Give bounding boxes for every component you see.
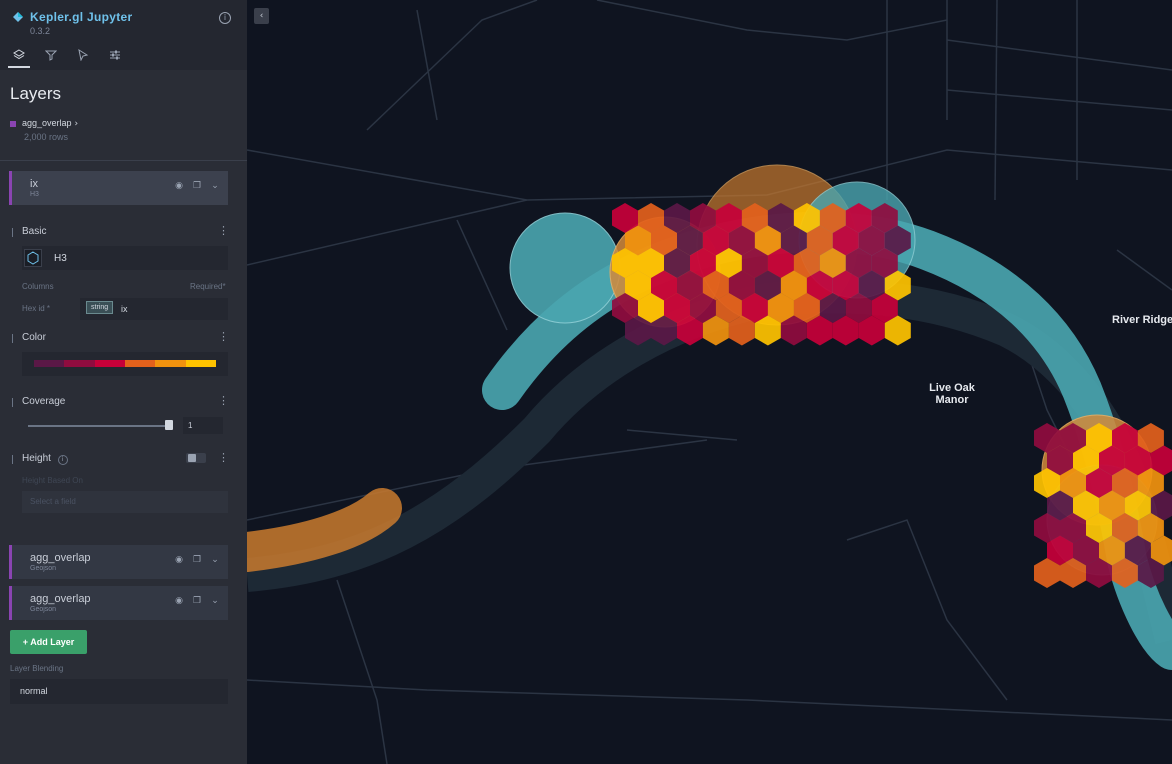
layer-type: Geojson [30, 606, 57, 613]
side-panel-header: Kepler.gl Jupyter 0.3.2 i [0, 0, 247, 70]
layer-name[interactable]: ix [30, 178, 38, 190]
h3-hexagon-icon [24, 249, 42, 267]
chevron-down-icon[interactable]: ⌄ [210, 555, 220, 565]
chevron-down-icon[interactable]: ⌄ [210, 181, 220, 191]
section-basic: Basic [12, 226, 46, 237]
hexid-field-select[interactable]: string ix [80, 298, 228, 320]
layer-actions: ◉ ❐ ⌄ [174, 555, 220, 565]
eye-icon[interactable]: ◉ [174, 596, 184, 606]
panel-title: Layers [10, 84, 62, 103]
info-icon[interactable]: i [57, 455, 68, 465]
app-version: 0.3.2 [30, 26, 51, 36]
dataset-name: agg_overlap [22, 118, 72, 128]
cursor-icon [78, 49, 89, 61]
section-height: Height i [12, 453, 68, 465]
kepler-logo-icon [13, 12, 23, 22]
map-canvas[interactable] [247, 0, 1172, 764]
layer-blending-label: Layer Blending [10, 664, 64, 673]
hexid-field-value: ix [121, 304, 128, 314]
layer-card-agg-overlap[interactable]: agg_overlap Geojson ◉ ❐ ⌄ [9, 586, 228, 620]
map-label-river-ridge: River Ridge [1112, 314, 1172, 326]
side-panel: Kepler.gl Jupyter 0.3.2 i Layers agg_ove… [0, 0, 247, 764]
tab-filters[interactable] [40, 44, 62, 66]
more-icon[interactable]: ⋮ [218, 330, 229, 343]
color-range-selector[interactable] [22, 352, 228, 376]
divider [0, 160, 247, 161]
layer-type: Geojson [30, 565, 57, 572]
app-brand: Kepler.gl Jupyter [12, 10, 132, 24]
color-ramp-step [94, 360, 125, 367]
more-icon[interactable]: ⋮ [218, 451, 229, 464]
color-ramp-step [34, 360, 65, 367]
layer-name[interactable]: agg_overlap [30, 593, 91, 605]
color-ramp-step [185, 360, 216, 367]
dataset-item[interactable]: agg_overlap › 2,000 rows [10, 118, 78, 142]
layer-actions: ◉ ❐ ⌄ [174, 181, 220, 191]
duplicate-icon[interactable]: ❐ [192, 555, 202, 565]
eye-icon[interactable]: ◉ [174, 181, 184, 191]
layer-type-selector[interactable]: H3 [22, 246, 228, 270]
height-based-label: Height Based On [22, 476, 83, 485]
coverage-slider-handle[interactable] [165, 420, 173, 430]
dataset-rows: 2,000 rows [24, 132, 69, 142]
eye-icon[interactable]: ◉ [174, 555, 184, 565]
layer-blending-select[interactable]: normal [10, 679, 228, 704]
layer-card-agg-overlap[interactable]: agg_overlap Geojson ◉ ❐ ⌄ [9, 545, 228, 579]
app-title: Kepler.gl Jupyter [30, 10, 133, 24]
duplicate-icon[interactable]: ❐ [192, 181, 202, 191]
height-field-select[interactable]: Select a field [22, 491, 228, 513]
layer-type-label: H3 [54, 253, 67, 264]
more-icon[interactable]: ⋮ [218, 394, 229, 407]
chevron-down-icon[interactable]: ⌄ [210, 596, 220, 606]
dataset-color-swatch [10, 120, 16, 127]
layer-card-ix[interactable]: ix H3 ◉ ❐ ⌄ [9, 171, 228, 205]
panel-tabs [8, 44, 126, 68]
color-ramp [34, 360, 216, 367]
layers-icon [13, 49, 25, 60]
required-label: Required* [190, 282, 226, 291]
filter-icon [45, 50, 57, 61]
layer-name[interactable]: agg_overlap [30, 552, 91, 564]
columns-label: Columns [22, 282, 54, 291]
height-toggle[interactable] [186, 453, 206, 463]
tab-map-style[interactable] [104, 44, 126, 66]
info-icon[interactable]: i [219, 12, 231, 24]
coverage-slider-track[interactable] [28, 425, 171, 427]
map-label-live-oak: Live Oak Manor [929, 382, 975, 406]
add-layer-button[interactable]: + Add Layer [10, 630, 87, 654]
tab-layers[interactable] [8, 44, 30, 68]
color-ramp-step [155, 360, 186, 367]
section-color: Color [12, 332, 46, 343]
tab-interactions[interactable] [72, 44, 94, 66]
layer-type: H3 [30, 191, 39, 198]
layer-actions: ◉ ❐ ⌄ [174, 596, 220, 606]
more-icon[interactable]: ⋮ [218, 224, 229, 237]
settings-sliders-icon [110, 50, 120, 60]
color-ramp-step [64, 360, 95, 367]
section-coverage: Coverage [12, 396, 65, 407]
duplicate-icon[interactable]: ❐ [192, 596, 202, 606]
collapse-sidebar-button[interactable]: ‹ [254, 8, 269, 24]
chevron-left-icon: ‹ [259, 11, 264, 21]
coverage-input[interactable]: 1 [183, 417, 223, 434]
color-ramp-step [124, 360, 156, 367]
chevron-right-icon: › [74, 119, 79, 129]
field-type-badge: string [86, 301, 114, 314]
hexid-label: Hex id * [22, 304, 51, 313]
